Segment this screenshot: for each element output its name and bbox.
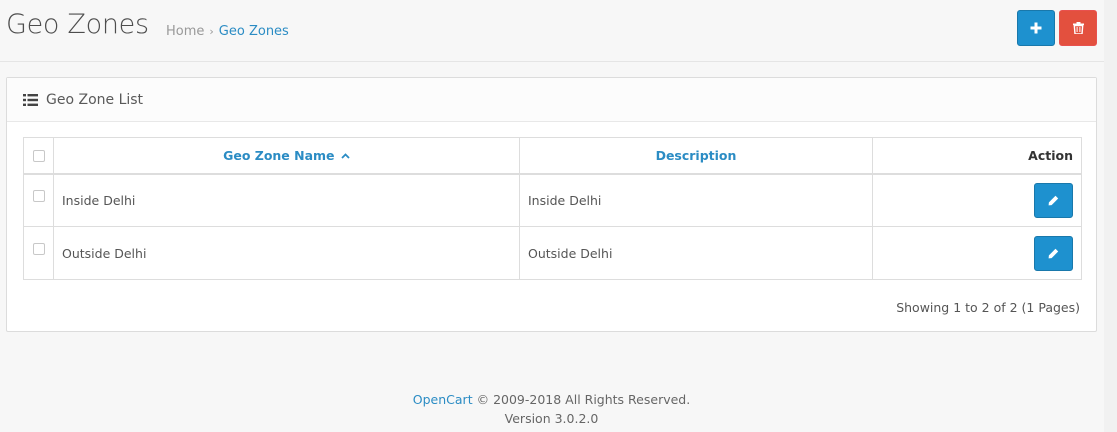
- footer-copyright-line: OpenCart © 2009-2018 All Rights Reserved…: [0, 390, 1103, 409]
- breadcrumb: Home › Geo Zones: [166, 24, 289, 39]
- copyright-text: © 2009-2018 All Rights Reserved.: [476, 392, 691, 407]
- list-icon: [23, 93, 38, 106]
- breadcrumb-home-link[interactable]: Home: [166, 24, 204, 39]
- sort-by-name-link[interactable]: Geo Zone Name: [223, 148, 334, 163]
- panel-title: Geo Zone List: [46, 91, 144, 108]
- plus-icon: [1030, 22, 1042, 34]
- pencil-icon: [1048, 248, 1059, 258]
- breadcrumb-separator: ›: [209, 25, 214, 38]
- geo-zone-list-panel: Geo Zone List Geo Zone Name Description …: [6, 77, 1097, 332]
- select-all-checkbox[interactable]: [32, 150, 45, 163]
- row-checkbox[interactable]: [32, 190, 45, 203]
- column-header-name[interactable]: Geo Zone Name: [53, 137, 520, 175]
- sort-by-description-link[interactable]: Description: [656, 148, 737, 163]
- sort-ascending-icon: [341, 152, 350, 159]
- add-button[interactable]: [1017, 10, 1055, 46]
- table-row: Outside Delhi Outside Delhi: [23, 226, 1082, 280]
- geo-zone-description-cell: Inside Delhi: [519, 173, 873, 227]
- vertical-scrollbar[interactable]: [1104, 0, 1117, 432]
- select-all-cell: [23, 137, 54, 175]
- breadcrumb-geo-zones-link[interactable]: Geo Zones: [219, 24, 289, 39]
- edit-button[interactable]: [1034, 235, 1073, 271]
- footer: OpenCart © 2009-2018 All Rights Reserved…: [0, 390, 1103, 428]
- opencart-link[interactable]: OpenCart: [413, 392, 473, 407]
- pencil-icon: [1048, 195, 1059, 206]
- table-row: Inside Delhi Inside Delhi: [23, 173, 1082, 227]
- page-header: Geo Zones Home › Geo Zones: [0, 0, 1117, 62]
- delete-button[interactable]: [1059, 10, 1097, 46]
- column-header-action: Action: [872, 137, 1082, 175]
- geo-zone-name-cell: Outside Delhi: [53, 226, 520, 280]
- panel-heading: Geo Zone List: [7, 78, 1096, 122]
- geo-zone-table: Geo Zone Name Description Action Inside: [23, 137, 1082, 280]
- version-text: Version 3.0.2.0: [504, 411, 599, 426]
- table-header-row: Geo Zone Name Description Action: [23, 137, 1082, 175]
- page-title: Geo Zones: [6, 9, 149, 40]
- row-checkbox[interactable]: [32, 243, 45, 255]
- column-header-description[interactable]: Description: [519, 137, 873, 175]
- geo-zone-name-cell: Inside Delhi: [53, 173, 520, 227]
- pagination-summary: Showing 1 to 2 of 2 (1 Pages): [896, 300, 1080, 315]
- edit-button[interactable]: [1034, 182, 1073, 218]
- geo-zone-description-cell: Outside Delhi: [519, 226, 873, 280]
- trash-icon: [1072, 22, 1084, 34]
